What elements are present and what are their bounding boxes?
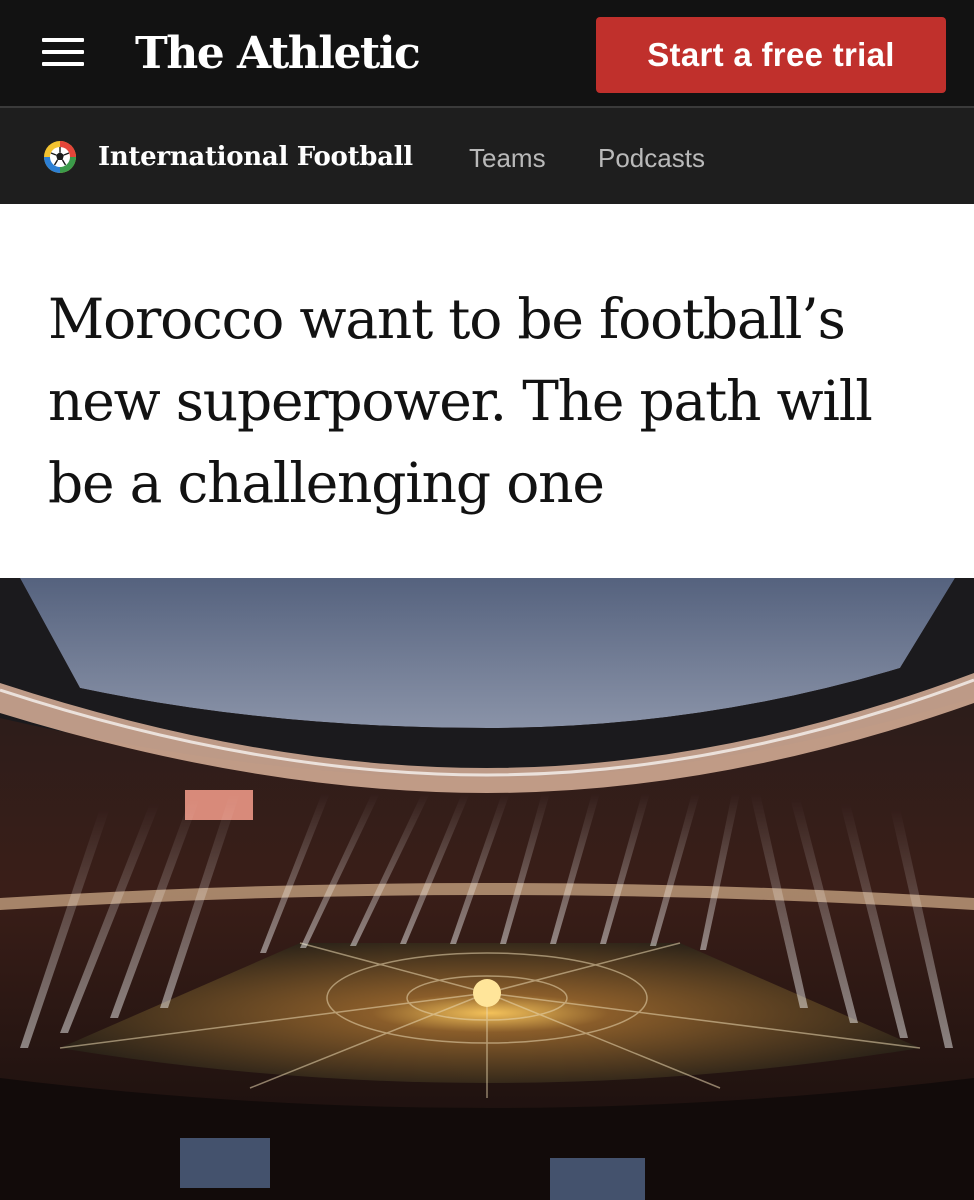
brand-logo[interactable]: The Athletic — [135, 29, 421, 78]
article-headline: Morocco want to be football’s new superp… — [48, 287, 873, 515]
start-free-trial-button[interactable]: Start a free trial — [596, 17, 946, 93]
nav-link-teams[interactable]: Teams — [469, 143, 546, 174]
section-nav: International Football Teams Podcasts — [0, 108, 974, 204]
football-icon — [44, 141, 76, 173]
hero-image — [0, 578, 974, 1200]
section-title[interactable]: International Football — [98, 142, 413, 172]
menu-icon[interactable] — [42, 38, 84, 66]
top-bar: The Athletic Start a free trial — [0, 0, 974, 108]
nav-link-podcasts[interactable]: Podcasts — [598, 143, 705, 174]
